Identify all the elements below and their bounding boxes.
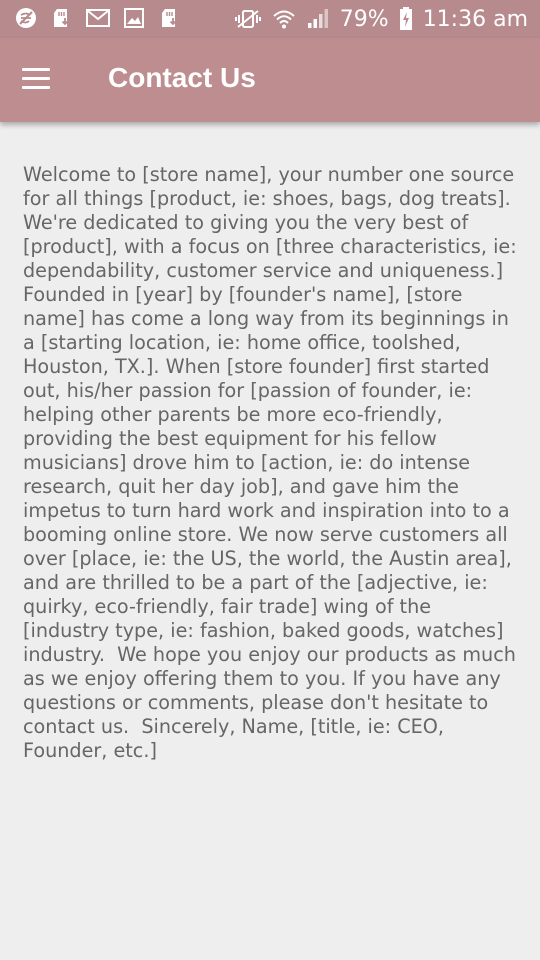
notification-icons (14, 6, 182, 30)
app-bar: Contact Us (0, 38, 540, 122)
about-text: Welcome to [store name], your number one… (23, 163, 523, 762)
page-title: Contact Us (108, 62, 256, 93)
wifi-icon (272, 8, 296, 30)
battery-percent: 79% (339, 6, 389, 32)
system-status: 79% 11:36 am (234, 4, 528, 34)
clock: 11:36 am (422, 6, 528, 32)
signal-icon (306, 8, 330, 30)
battery-charging-icon (399, 7, 413, 31)
hamburger-menu-icon[interactable] (22, 68, 50, 90)
vibrate-mute-icon (234, 8, 262, 30)
image-icon (122, 6, 146, 30)
sd-card-download-icon (50, 6, 74, 30)
wind-off-icon (14, 6, 38, 30)
status-bar: 79% 11:36 am (0, 0, 540, 38)
mail-icon (86, 6, 110, 30)
sd-card-download-icon (158, 6, 182, 30)
